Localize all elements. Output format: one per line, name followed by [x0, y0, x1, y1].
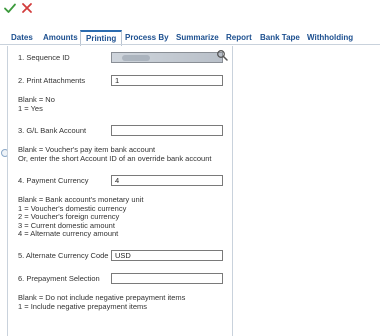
tab-amounts[interactable]: Amounts: [43, 32, 78, 43]
payment-currency-label: 4. Payment Currency: [18, 176, 89, 185]
tab-report[interactable]: Report: [226, 32, 252, 43]
search-icon[interactable]: [216, 49, 228, 61]
redacted-value: [122, 55, 150, 61]
prepayment-selection-label: 6. Prepayment Selection: [18, 274, 100, 283]
print-attachments-label: 2. Print Attachments: [18, 76, 86, 85]
payment-currency-help: Blank = Bank account's monetary unit 1 =…: [18, 195, 143, 239]
prepayment-selection-input[interactable]: [111, 273, 223, 284]
sequence-id-label: 1. Sequence ID: [18, 53, 70, 62]
tab-bank-tape[interactable]: Bank Tape: [260, 32, 300, 43]
printing-options-panel: 1. Sequence ID 2. Print Attachments Blan…: [7, 46, 233, 336]
tab-dates[interactable]: Dates: [11, 32, 33, 43]
payment-currency-input[interactable]: [111, 175, 223, 186]
gl-bank-account-help: Blank = Voucher's pay item bank account …: [18, 145, 212, 163]
help-line: 1 = Yes: [18, 103, 43, 113]
prepayment-selection-help: Blank = Do not include negative prepayme…: [18, 293, 185, 311]
tab-summarize[interactable]: Summarize: [176, 32, 219, 43]
alternate-currency-code-input[interactable]: [111, 250, 223, 261]
gl-bank-account-input[interactable]: [111, 125, 223, 136]
help-line: 4 = Alternate currency amount: [18, 229, 119, 238]
tab-process-by[interactable]: Process By: [125, 32, 169, 43]
tab-withholding[interactable]: Withholding: [307, 32, 353, 43]
print-attachments-input[interactable]: [111, 75, 223, 86]
close-icon[interactable]: [19, 0, 35, 16]
print-attachments-help: Blank = No 1 = Yes: [18, 95, 55, 113]
help-line: 1 = Include negative prepayment items: [18, 301, 148, 311]
toolbar: [0, 0, 380, 20]
gl-bank-account-label: 3. G/L Bank Account: [18, 126, 87, 135]
tab-divider: [0, 44, 380, 45]
help-line: Or, enter the short Account ID of an ove…: [18, 153, 212, 163]
checkmark-icon[interactable]: [2, 0, 18, 16]
alternate-currency-code-label: 5. Alternate Currency Code: [18, 251, 109, 260]
sequence-id-field[interactable]: [111, 52, 223, 63]
